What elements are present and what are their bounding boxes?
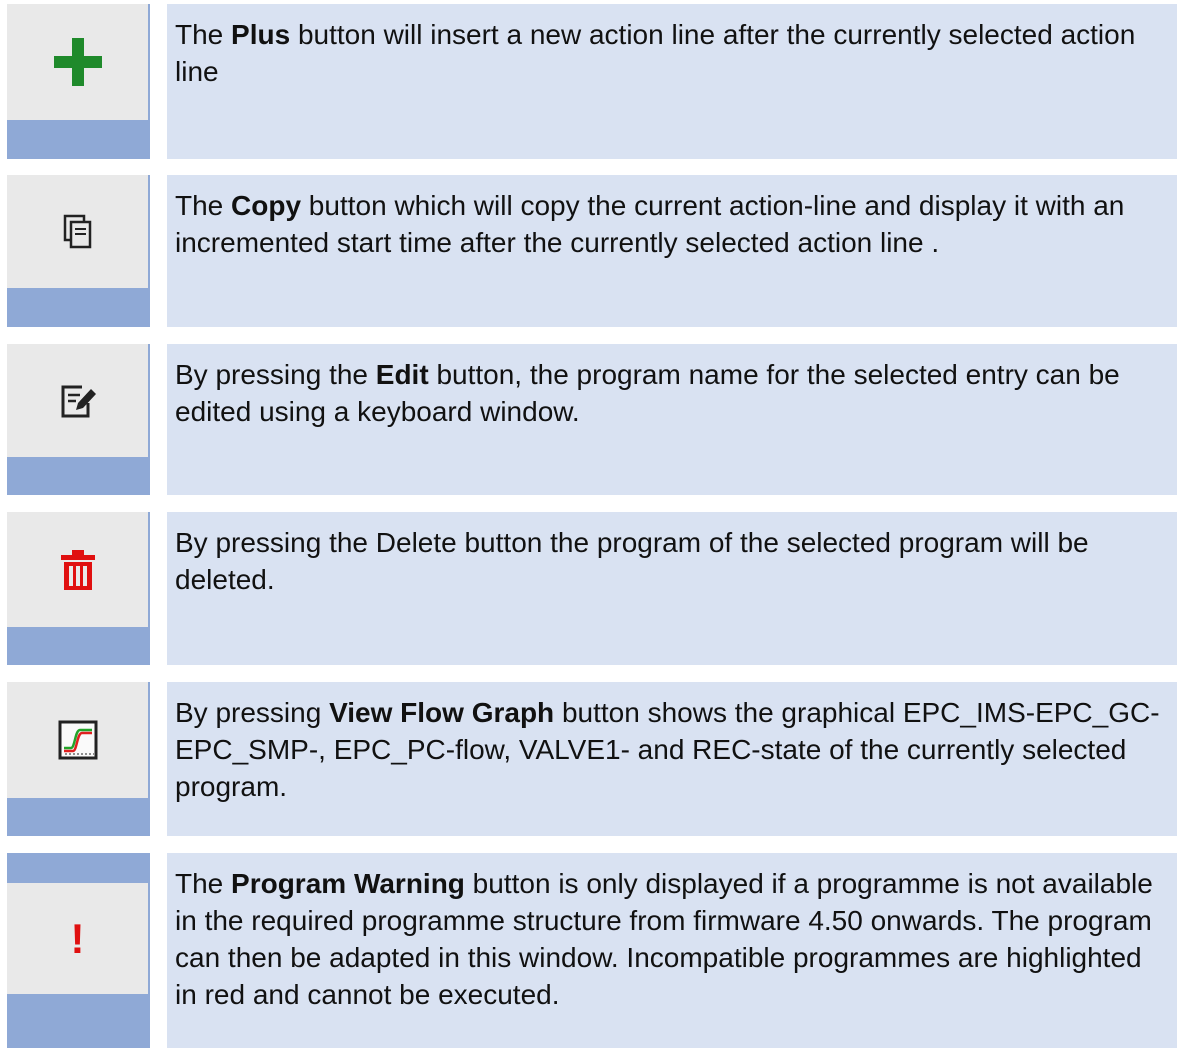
edit-icon (61, 385, 96, 417)
copy-description: The Copy button which will copy the curr… (167, 175, 1177, 327)
delete-description: By pressing the Delete button the progra… (167, 512, 1177, 665)
plus-button[interactable] (7, 4, 148, 120)
edit-description: By pressing the Edit button, the program… (167, 344, 1177, 495)
icon-cell (7, 4, 150, 159)
icon-cell (7, 682, 150, 836)
delete-button[interactable] (7, 512, 148, 627)
icon-cell (7, 175, 150, 327)
copy-button[interactable] (7, 175, 148, 288)
doc-row-delete: By pressing the Delete button the progra… (0, 512, 1177, 665)
plus-icon (53, 38, 102, 86)
program-warning-button[interactable]: ! (7, 883, 148, 994)
doc-row-flow-graph: By pressing View Flow Graph button shows… (0, 682, 1177, 836)
flow-graph-description: By pressing View Flow Graph button shows… (167, 682, 1177, 836)
warning-icon: ! (70, 914, 85, 962)
icon-cell (7, 512, 150, 665)
flow-graph-icon (58, 720, 97, 760)
icon-cell: ! (7, 853, 150, 1048)
copy-icon (63, 214, 91, 248)
program-warning-description: The Program Warning button is only displ… (167, 853, 1177, 1048)
doc-row-plus: The Plus button will insert a new action… (0, 4, 1177, 159)
doc-row-program-warning: ! The Program Warning button is only dis… (0, 853, 1177, 1048)
plus-description: The Plus button will insert a new action… (167, 4, 1177, 159)
edit-button[interactable] (7, 344, 148, 457)
trash-icon (60, 549, 95, 590)
doc-row-edit: By pressing the Edit button, the program… (0, 344, 1177, 495)
view-flow-graph-button[interactable] (7, 682, 148, 798)
icon-cell (7, 344, 150, 495)
doc-row-copy: The Copy button which will copy the curr… (0, 175, 1177, 327)
